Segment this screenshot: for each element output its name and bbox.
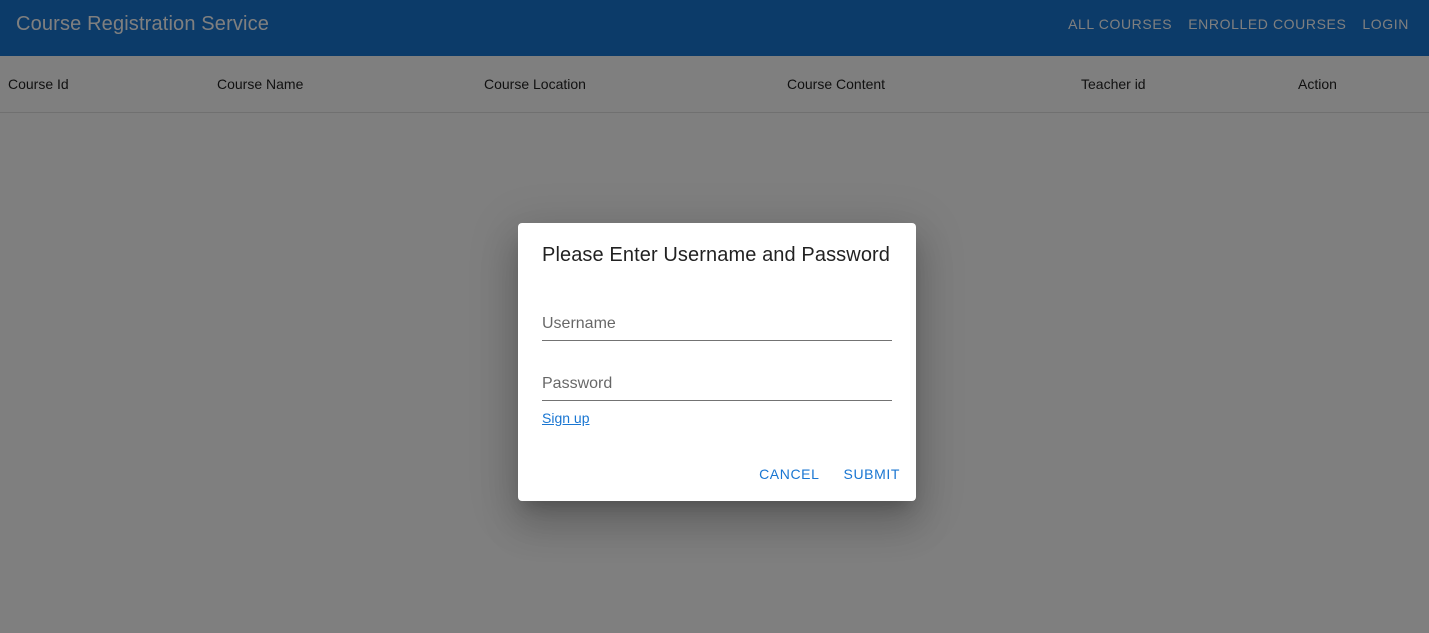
cancel-button[interactable]: CANCEL bbox=[751, 462, 827, 486]
password-input[interactable] bbox=[542, 370, 892, 398]
submit-button[interactable]: SUBMIT bbox=[836, 462, 909, 486]
dialog-title: Please Enter Username and Password bbox=[542, 244, 891, 266]
dialog-actions: CANCEL SUBMIT bbox=[743, 462, 908, 486]
app-root: Course Registration Service ALL COURSES … bbox=[0, 0, 1429, 633]
login-dialog: Please Enter Username and Password Sign … bbox=[518, 223, 916, 501]
sign-up-link[interactable]: Sign up bbox=[542, 410, 589, 426]
password-field bbox=[542, 370, 892, 401]
username-field bbox=[542, 310, 892, 341]
username-input[interactable] bbox=[542, 310, 892, 338]
